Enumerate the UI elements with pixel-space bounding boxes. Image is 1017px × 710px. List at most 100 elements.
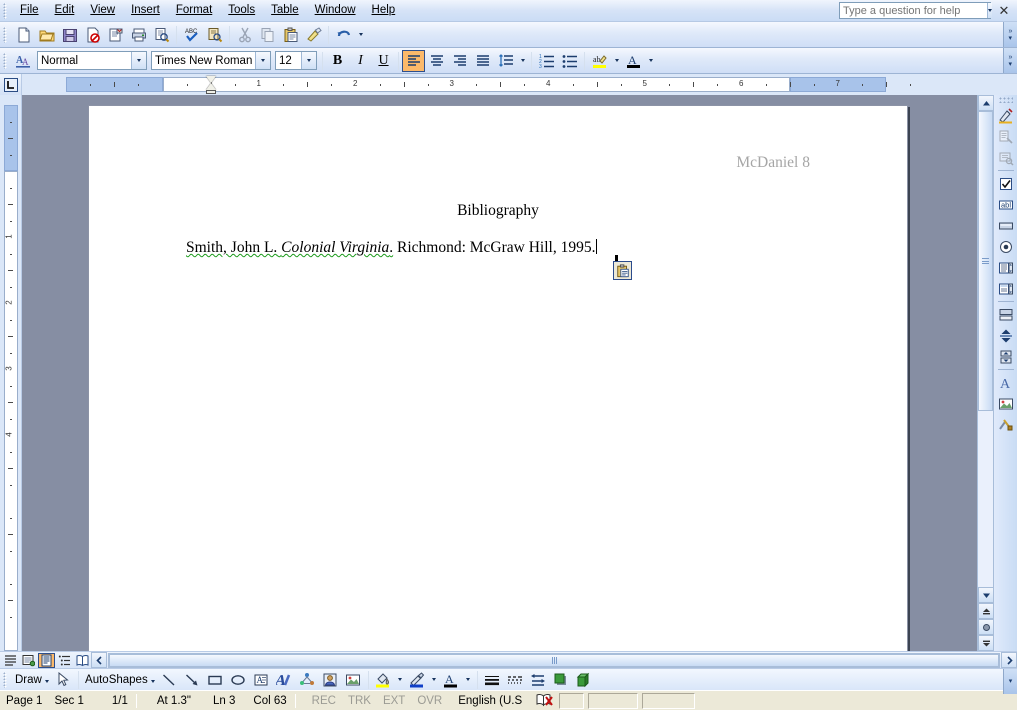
text-box-icon[interactable]: abl [995,194,1017,215]
control-toolbox-gripper[interactable] [998,97,1013,103]
ask-a-question-box[interactable] [839,2,992,19]
fill-color-dropdown-arrow[interactable] [395,669,406,691]
combo-box-icon[interactable] [995,278,1017,299]
select-browse-object-button[interactable] [978,619,994,635]
paste-options-icon[interactable] [613,255,632,280]
scroll-bar-icon[interactable] [995,325,1017,346]
design-mode-icon[interactable] [995,105,1017,126]
save-icon[interactable] [58,24,81,46]
font-dropdown-arrow[interactable] [255,52,270,69]
justify-icon[interactable] [471,50,494,72]
shadow-style-icon[interactable] [550,669,573,691]
open-icon[interactable] [35,24,58,46]
diagram-icon[interactable] [296,669,319,691]
menu-format[interactable]: Format [168,1,220,20]
status-trk[interactable]: TRK [342,695,377,707]
text-box-icon[interactable]: A [250,669,273,691]
status-ovr[interactable]: OVR [411,695,448,707]
3d-style-icon[interactable] [573,669,596,691]
line-spacing-icon[interactable] [494,50,517,72]
menu-window[interactable]: Window [307,1,364,20]
standard-toolbar-overflow-button[interactable]: » ▾ [1003,22,1017,47]
wordart-icon[interactable]: A [273,669,296,691]
rectangle-icon[interactable] [204,669,227,691]
font-color-icon[interactable]: A [440,669,463,691]
horizontal-scroll-thumb[interactable] [109,653,999,667]
clip-art-icon[interactable] [319,669,342,691]
image-icon[interactable] [995,393,1017,414]
undo-dropdown-arrow[interactable] [355,24,366,46]
normal-view-button[interactable] [2,653,19,668]
arrow-style-icon[interactable] [527,669,550,691]
spell-check-icon[interactable] [528,693,559,708]
more-controls-icon[interactable] [995,414,1017,435]
command-button-icon[interactable] [995,215,1017,236]
standard-toolbar-gripper[interactable] [3,26,10,43]
formatting-toolbar-gripper[interactable] [3,52,10,69]
select-objects-icon[interactable] [52,669,75,691]
bold-button[interactable]: B [326,50,349,72]
align-left-icon[interactable] [402,49,425,72]
align-right-icon[interactable] [448,50,471,72]
label-icon[interactable]: A [995,372,1017,393]
new-document-icon[interactable] [12,24,35,46]
font-color-dropdown-arrow[interactable] [463,669,474,691]
vertical-scrollbar[interactable] [977,95,994,651]
draw-menu-button[interactable]: Draw [12,674,52,686]
previous-page-button[interactable] [978,603,994,619]
vertical-scroll-track[interactable] [978,111,993,587]
line-spacing-dropdown-arrow[interactable] [517,50,528,72]
paste-icon[interactable] [279,24,302,46]
vertical-scroll-thumb[interactable] [978,111,993,411]
status-rec[interactable]: REC [298,695,342,707]
tab-selector-button[interactable] [0,74,22,95]
hanging-indent-marker[interactable] [205,83,216,90]
close-document-button[interactable]: ✕ [996,3,1012,19]
menu-edit[interactable]: Edit [47,1,83,20]
italic-button[interactable]: I [349,50,372,72]
document-canvas[interactable]: McDaniel 8 Bibliography Smith, John L. C… [22,95,977,651]
check-box-icon[interactable] [995,173,1017,194]
document-title-line[interactable]: Bibliography [89,202,907,220]
print-preview-icon[interactable] [150,24,173,46]
spin-button-icon[interactable] [995,346,1017,367]
document-page[interactable]: McDaniel 8 Bibliography Smith, John L. C… [88,105,908,651]
line-style-icon[interactable] [481,669,504,691]
toggle-button-icon[interactable] [995,304,1017,325]
outline-view-button[interactable] [56,653,73,668]
oval-icon[interactable] [227,669,250,691]
spelling-grammar-icon[interactable]: ABC [180,24,203,46]
formatting-toolbar-overflow-button[interactable]: » ▾ [1003,48,1017,73]
autoshapes-menu-button[interactable]: AutoShapes [82,674,158,686]
list-box-icon[interactable] [995,257,1017,278]
menu-view[interactable]: View [82,1,123,20]
cut-icon[interactable] [233,24,256,46]
bibliography-citation[interactable]: Smith, John L. Colonial Virginia. Richmo… [186,239,598,257]
style-dropdown-arrow[interactable] [131,52,146,69]
vruler-text-area[interactable] [4,171,18,651]
line-icon[interactable] [158,669,181,691]
scroll-down-button[interactable] [978,587,994,603]
drawing-toolbar-gripper[interactable] [3,671,10,688]
print-icon[interactable] [127,24,150,46]
insert-picture-icon[interactable] [342,669,365,691]
font-name-combo[interactable]: Times New Roman [151,51,271,70]
first-line-indent-marker[interactable] [205,76,216,83]
font-color-icon[interactable]: A [622,50,645,72]
option-button-icon[interactable] [995,236,1017,257]
underline-button[interactable]: U [372,50,395,72]
drawing-toolbar-overflow-button[interactable]: ▾ [1003,669,1017,694]
fill-color-icon[interactable] [372,669,395,691]
undo-icon[interactable] [332,24,355,46]
styles-and-formatting-icon[interactable]: AA [12,50,35,72]
copy-icon[interactable] [256,24,279,46]
align-center-icon[interactable] [425,50,448,72]
font-size-combo[interactable]: 12 [275,51,317,70]
menu-help[interactable]: Help [364,1,404,20]
style-combo[interactable]: Normal [37,51,147,70]
next-page-button[interactable] [978,635,994,651]
help-input[interactable] [840,3,987,18]
print-layout-view-button[interactable] [38,652,55,668]
format-painter-icon[interactable] [302,24,325,46]
line-color-dropdown-arrow[interactable] [429,669,440,691]
